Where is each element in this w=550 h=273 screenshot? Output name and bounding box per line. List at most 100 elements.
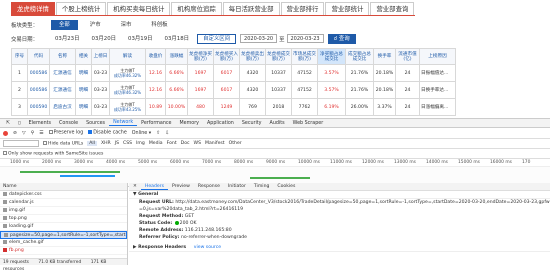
column-header[interactable]: 市场总成交额(万) bbox=[291, 48, 318, 65]
resource-type-filter[interactable]: JS bbox=[115, 141, 119, 146]
column-header[interactable]: 净买额占总成交比 bbox=[317, 48, 346, 65]
devtools-tab[interactable]: Console bbox=[55, 121, 82, 126]
board-all[interactable]: 全部 bbox=[51, 19, 78, 30]
detail-tab[interactable]: Preview bbox=[168, 184, 194, 189]
devtools-tab[interactable]: Elements bbox=[25, 121, 55, 126]
resource-type-filter[interactable]: Media bbox=[149, 141, 163, 146]
ruler-tick: 4000 ms bbox=[106, 160, 126, 165]
board-star[interactable]: 科创板 bbox=[143, 20, 175, 30]
devtools-tab[interactable]: Sources bbox=[82, 121, 109, 126]
filter-icon[interactable]: ▽ bbox=[22, 131, 26, 136]
resource-type-filter[interactable]: Manifest bbox=[205, 141, 225, 146]
request-row[interactable]: datepicker.css bbox=[0, 191, 127, 199]
column-header[interactable]: 换手率 bbox=[373, 48, 396, 65]
response-headers-row[interactable]: ▶ Response Headers view source bbox=[129, 244, 550, 252]
devtools-tab[interactable]: Audits bbox=[266, 121, 289, 126]
query-button[interactable]: ☌ 查询 bbox=[327, 33, 356, 44]
disable-cache-checkbox[interactable]: Disable cache bbox=[88, 130, 127, 136]
column-header[interactable]: 收盘价 bbox=[145, 48, 166, 65]
throttling-select[interactable]: Online ▾ bbox=[132, 131, 151, 136]
request-row[interactable]: top.png bbox=[0, 215, 127, 223]
devtools-tab[interactable]: Network bbox=[109, 120, 138, 126]
category-tab[interactable]: 营业部排行 bbox=[280, 2, 325, 15]
column-header[interactable]: 龙虎榜买入额(万) bbox=[213, 48, 240, 65]
request-row[interactable]: img.gif bbox=[0, 207, 127, 215]
export-icon[interactable]: ⇩ bbox=[165, 131, 169, 136]
column-header[interactable]: 成交额占总成交比 bbox=[345, 48, 374, 65]
resource-type-filter[interactable]: All bbox=[87, 141, 97, 146]
cell-rel[interactable]: 明细 bbox=[75, 98, 92, 116]
resource-type-filter[interactable]: CSS bbox=[123, 141, 132, 146]
device-toggle-icon[interactable]: ▯ bbox=[14, 121, 25, 126]
category-tab[interactable]: 营业部查询 bbox=[370, 2, 415, 15]
date-option[interactable]: 03月23日 bbox=[51, 34, 84, 44]
view-icon[interactable]: ☰ bbox=[39, 131, 43, 136]
detail-tab[interactable]: Timing bbox=[250, 184, 274, 189]
column-header[interactable]: 龙虎榜净买额(万) bbox=[187, 48, 214, 65]
search-icon[interactable]: ⚲ bbox=[31, 131, 35, 136]
category-tab[interactable]: 个股上榜统计 bbox=[55, 2, 107, 15]
hide-data-urls-checkbox[interactable]: Hide data URLs bbox=[43, 140, 83, 146]
name-column-header[interactable]: Name bbox=[0, 183, 127, 191]
column-header[interactable]: 龙虎榜卖出额(万) bbox=[239, 48, 266, 65]
preserve-log-checkbox[interactable]: Preserve log bbox=[48, 130, 83, 136]
cell-code[interactable]: 000586 bbox=[27, 64, 50, 82]
cell-rel[interactable]: 明细 bbox=[75, 64, 92, 82]
cell-name[interactable]: 启迪古汉 bbox=[49, 98, 76, 116]
detail-tab[interactable]: Initiator bbox=[224, 184, 250, 189]
request-row[interactable]: fb.png bbox=[0, 247, 127, 255]
import-icon[interactable]: ⇧ bbox=[156, 131, 160, 136]
record-icon[interactable] bbox=[3, 130, 8, 136]
request-row[interactable]: calendar.js bbox=[0, 199, 127, 207]
date-option[interactable]: 03月19日 bbox=[124, 34, 157, 44]
column-header[interactable]: 涨跌幅 bbox=[165, 48, 188, 65]
resource-type-filter[interactable]: WS bbox=[194, 141, 201, 146]
checkbox-checked-icon bbox=[88, 130, 93, 135]
resource-type-filter[interactable]: Img bbox=[136, 141, 145, 146]
start-date-input[interactable]: 2020-03-20 bbox=[240, 34, 278, 43]
category-tab[interactable]: 机构买卖每日统计 bbox=[107, 2, 171, 15]
resource-type-filter[interactable]: Other bbox=[229, 141, 242, 146]
filter-input[interactable] bbox=[3, 140, 39, 147]
date-option[interactable]: 03月18日 bbox=[161, 34, 194, 44]
custom-range-button[interactable]: 自定义区间 bbox=[197, 33, 237, 44]
request-row[interactable]: elem_cache.gif bbox=[0, 239, 127, 247]
general-section-toggle[interactable]: ▼ General bbox=[129, 191, 550, 199]
inspect-icon[interactable]: ⇱ bbox=[2, 121, 14, 126]
category-tab[interactable]: 营业部统计 bbox=[325, 2, 370, 15]
date-option[interactable]: 03月20日 bbox=[88, 34, 121, 44]
detail-tab[interactable]: Response bbox=[194, 184, 224, 189]
detail-tab[interactable]: Cookies bbox=[273, 184, 299, 189]
response-headers-toggle[interactable]: ▶ Response Headers bbox=[133, 245, 186, 250]
cell-code[interactable]: 000586 bbox=[27, 81, 50, 99]
cell-name[interactable]: 汇源通信 bbox=[49, 64, 76, 82]
request-row[interactable]: loading.gif bbox=[0, 223, 127, 231]
board-shenzhen[interactable]: 深市 bbox=[113, 20, 140, 30]
resource-type-filter[interactable]: Font bbox=[167, 141, 177, 146]
view-source-link[interactable]: view source bbox=[194, 245, 221, 250]
detail-tab[interactable]: Headers bbox=[140, 184, 168, 190]
devtools-tab[interactable]: Performance bbox=[137, 121, 175, 126]
devtools-tab[interactable]: Security bbox=[238, 121, 266, 126]
category-tab[interactable]: 龙虎榜详情 bbox=[11, 2, 55, 15]
end-date-input[interactable]: 2020-03-23 bbox=[286, 34, 324, 43]
board-shanghai[interactable]: 沪市 bbox=[82, 20, 109, 30]
column-header[interactable]: 上榜原因 bbox=[419, 48, 456, 65]
cell-cap: 24 bbox=[395, 81, 420, 99]
clear-icon[interactable]: ⊘ bbox=[13, 131, 17, 136]
devtools-tab[interactable]: Web Scraper bbox=[289, 121, 328, 126]
close-icon[interactable]: ✕ bbox=[129, 184, 141, 189]
category-tab[interactable]: 每日活跃营业部 bbox=[222, 2, 280, 15]
cell-name[interactable]: 汇源通信 bbox=[49, 81, 76, 99]
cell-code[interactable]: 000590 bbox=[27, 98, 50, 116]
devtools-tab[interactable]: Application bbox=[203, 121, 238, 126]
column-header[interactable]: 龙虎榜成交额(万) bbox=[265, 48, 292, 65]
resource-type-filter[interactable]: XHR bbox=[101, 141, 111, 146]
request-row[interactable]: pagesize=50,page=1,sortRule=-1,sortType=… bbox=[0, 231, 127, 239]
devtools-tab[interactable]: Memory bbox=[176, 121, 204, 126]
category-tab[interactable]: 机构席位追踪 bbox=[171, 2, 222, 15]
cell-rel[interactable]: 明细 bbox=[75, 81, 92, 99]
resource-type-filter[interactable]: Doc bbox=[181, 141, 190, 146]
column-header[interactable]: 流通市值(亿) bbox=[395, 48, 420, 65]
samesite-checkbox[interactable]: Only show requests with SameSite issues bbox=[3, 150, 103, 156]
